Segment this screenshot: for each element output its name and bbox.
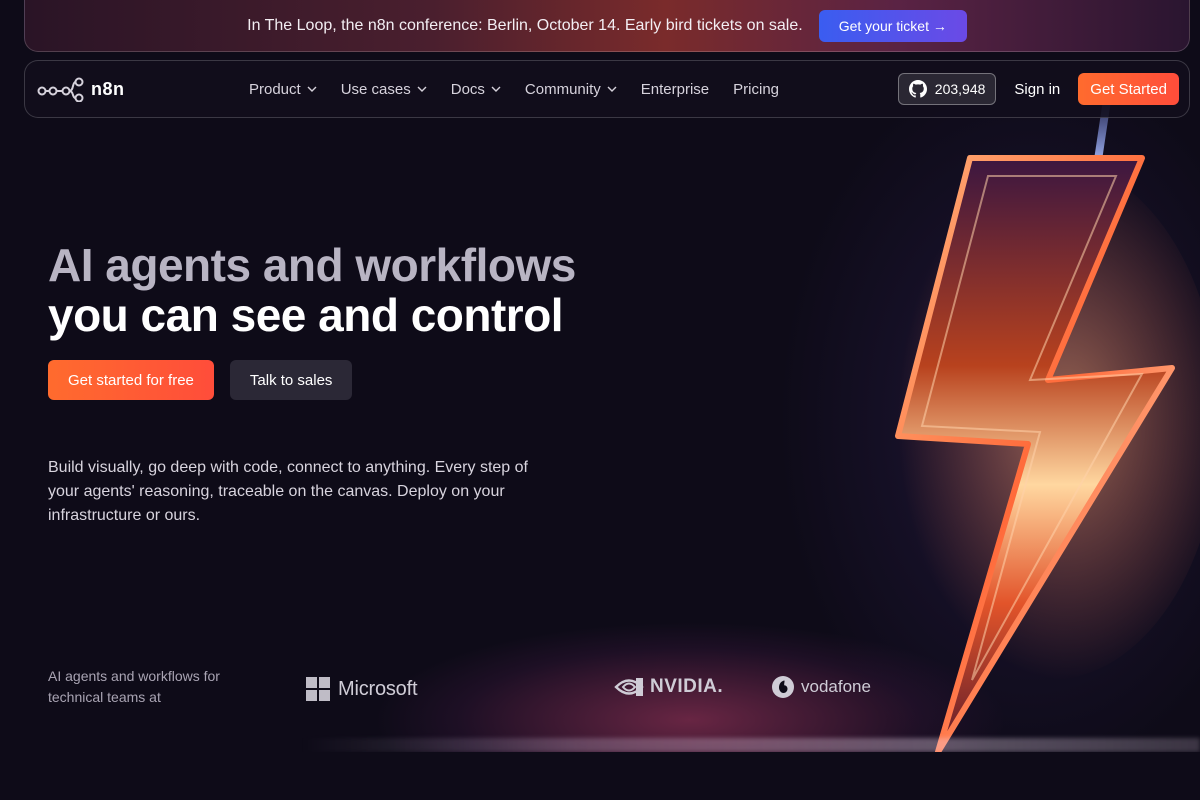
nav-product[interactable]: Product xyxy=(249,81,317,98)
trusted-by-text: AI agents and workflows for technical te… xyxy=(48,668,220,705)
nvidia-eye-icon xyxy=(614,678,644,696)
hero-title-line1: AI agents and workflows xyxy=(48,239,576,291)
nav-enterprise[interactable]: Enterprise xyxy=(641,81,709,98)
chevron-down-icon xyxy=(417,86,427,92)
talk-to-sales-button[interactable]: Talk to sales xyxy=(229,360,353,400)
floor-glow xyxy=(300,738,1200,752)
hero-title-line2: you can see and control xyxy=(48,289,564,341)
bottom-strip xyxy=(0,752,1200,800)
nvidia-logo: NVIDIA. xyxy=(614,676,723,698)
microsoft-logo: Microsoft xyxy=(306,677,418,701)
vodafone-logo-text: vodafone xyxy=(801,677,871,696)
get-started-button[interactable]: Get Started xyxy=(1078,73,1179,105)
n8n-logo-icon xyxy=(37,77,84,102)
microsoft-grid-icon xyxy=(306,677,330,701)
github-stars-button[interactable]: 203,948 xyxy=(897,73,997,105)
sign-in-link[interactable]: Sign in xyxy=(1014,81,1060,98)
nav-use-cases[interactable]: Use cases xyxy=(341,81,427,98)
github-star-count: 203,948 xyxy=(934,81,986,97)
lightning-bolt-illustration xyxy=(880,80,1200,752)
chevron-down-icon xyxy=(307,86,317,92)
nvidia-logo-text: NVIDIA. xyxy=(650,676,724,697)
nav-links: Product Use cases Docs Community Enterpr… xyxy=(249,81,779,98)
hero-title: AI agents and workflows you can see and … xyxy=(48,240,668,340)
announcement-banner: In The Loop, the n8n conference: Berlin,… xyxy=(24,0,1190,52)
nav-product-label: Product xyxy=(249,80,301,98)
chevron-down-icon xyxy=(491,86,501,92)
nav-community-label: Community xyxy=(524,80,601,98)
nav-community[interactable]: Community xyxy=(525,81,617,98)
get-started-free-button[interactable]: Get started for free xyxy=(48,360,214,400)
vodafone-logo: vodafone xyxy=(771,675,871,699)
nav-pricing[interactable]: Pricing xyxy=(733,81,779,98)
n8n-logo[interactable]: n8n xyxy=(37,76,237,102)
nav-docs-label: Docs xyxy=(450,80,485,98)
hero-description: Build visually, go deep with code, conne… xyxy=(48,459,528,524)
github-icon xyxy=(908,80,927,98)
banner-text: In The Loop, the n8n conference: Berlin,… xyxy=(247,16,803,34)
logo-text: n8n xyxy=(91,78,125,99)
main-navbar: n8n Product Use cases Docs Community Ent… xyxy=(24,60,1190,118)
nav-use-cases-label: Use cases xyxy=(340,80,411,98)
get-ticket-button[interactable]: Get your ticket → xyxy=(818,9,967,42)
chevron-down-icon xyxy=(607,86,617,92)
vodafone-speechmark-icon xyxy=(772,676,794,698)
hero-actions: Get started for free Talk to sales xyxy=(48,360,353,400)
nav-docs[interactable]: Docs xyxy=(451,81,501,98)
nav-actions: 203,948 Sign in Get Started xyxy=(897,73,1179,105)
microsoft-logo-text: Microsoft xyxy=(338,677,418,700)
